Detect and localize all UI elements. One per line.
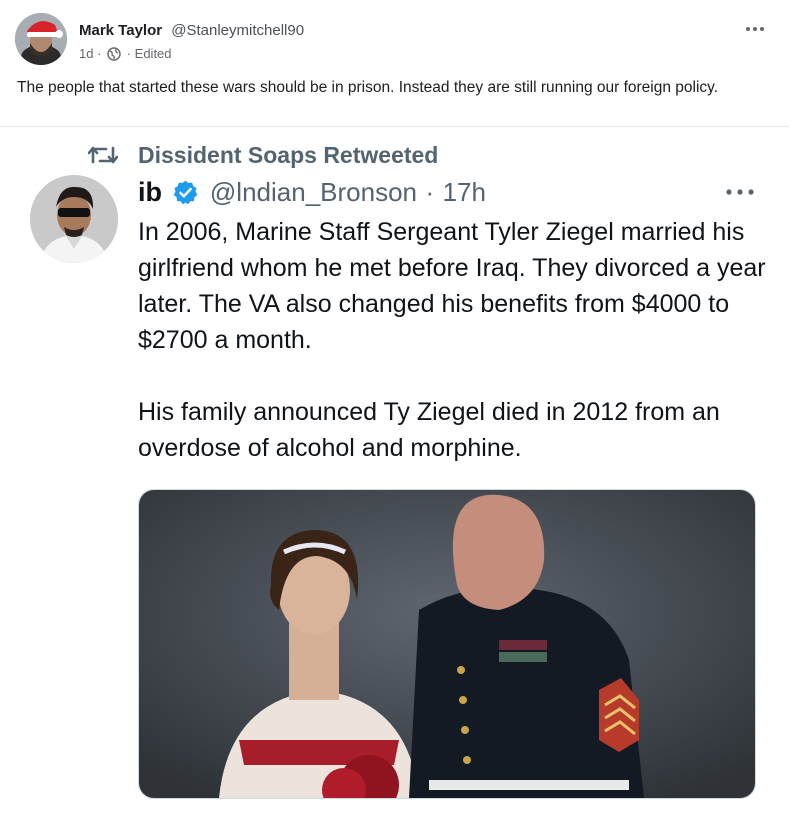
tweet-photo[interactable]	[138, 489, 756, 799]
globe-icon	[107, 46, 121, 61]
meta-separator: ·	[126, 46, 132, 62]
tweet-body: In 2006, Marine Staff Sergeant Tyler Zie…	[138, 214, 768, 466]
tweet-paragraph: His family announced Ty Ziegel died in 2…	[138, 398, 720, 462]
verified-badge-icon	[172, 179, 199, 206]
tweet-separator: ·	[425, 177, 435, 207]
tweet-author-avatar	[30, 175, 118, 263]
tweet-screenshot: Dissident Soaps Retweeted ib @lndian_Bro…	[0, 127, 789, 821]
tweet-more-icon	[723, 185, 757, 199]
tweet-author-name: ib	[138, 177, 162, 207]
post-text: The people that started these wars shoul…	[17, 79, 719, 96]
edited-label[interactable]: Edited	[135, 46, 172, 61]
tweet-author-handle: @lndian_Bronson	[209, 177, 417, 207]
author-line: Mark Taylor @Stanleymitchell90	[79, 22, 304, 39]
retweet-icon	[87, 143, 119, 167]
post-time[interactable]: 1d	[79, 46, 93, 61]
meta-separator: ·	[97, 46, 102, 62]
post-meta: 1d · · Edited	[79, 45, 172, 61]
post-header: Mark Taylor @Stanleymitchell90 1d · · Ed…	[15, 13, 775, 65]
tweet-time: 17h	[442, 177, 486, 207]
retweet-label: Dissident Soaps Retweeted	[138, 142, 439, 168]
more-icon[interactable]	[743, 19, 767, 39]
author-name[interactable]: Mark Taylor	[79, 22, 162, 39]
tweet-paragraph: In 2006, Marine Staff Sergeant Tyler Zie…	[138, 218, 766, 354]
tweet-header: ib @lndian_Bronson · 17h	[138, 175, 486, 209]
author-avatar[interactable]	[15, 13, 67, 65]
author-handle[interactable]: @Stanleymitchell90	[171, 22, 304, 39]
